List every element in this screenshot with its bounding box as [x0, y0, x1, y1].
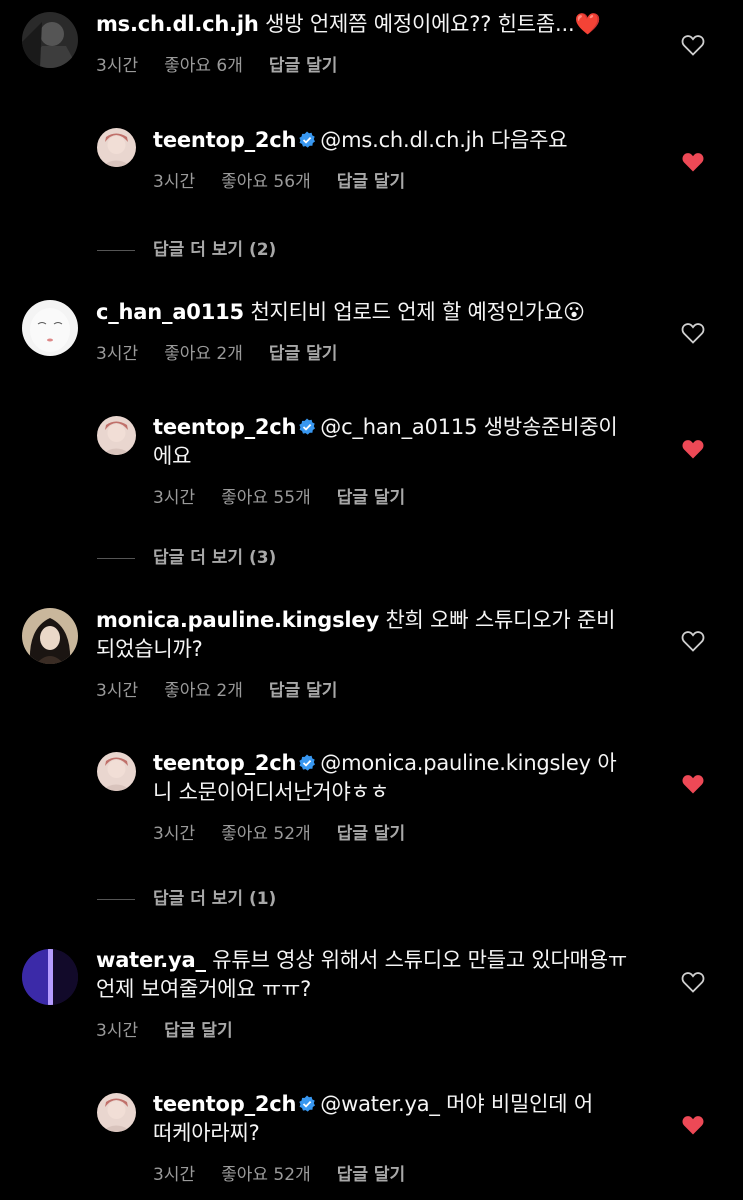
- liked-heart-icon[interactable]: [681, 151, 705, 173]
- comment-likes[interactable]: 좋아요 2개: [164, 681, 243, 701]
- comment-text: ms.ch.dl.ch.jh 생방 언제쯤 예정이에요?? 힌트좀...❤️: [96, 12, 601, 36]
- comment-likes[interactable]: 좋아요 2개: [164, 344, 243, 364]
- reply-meta: 3시간 좋아요 52개 답글 달기: [153, 819, 633, 844]
- comment-likes[interactable]: 좋아요 6개: [164, 56, 243, 76]
- comment-text: c_han_a0115 천지티비 업로드 언제 할 예정인가요😮: [96, 300, 585, 324]
- reply-username[interactable]: teentop_2ch: [153, 1092, 296, 1116]
- avatar[interactable]: [22, 300, 78, 356]
- reply-button[interactable]: 답글 달기: [269, 56, 337, 76]
- verified-badge-icon: [299, 131, 316, 148]
- comment-meta: 3시간 좋아요 6개 답글 달기: [96, 51, 641, 76]
- avatar[interactable]: [22, 12, 78, 68]
- divider-line: [97, 557, 135, 559]
- comment-username[interactable]: monica.pauline.kingsley: [96, 608, 379, 632]
- reply-meta: 3시간 좋아요 55개 답글 달기: [153, 483, 633, 508]
- comment-text: water.ya_ 유튜브 영상 위해서 스튜디오 만들고 있다매용ㅠ 언제 보…: [96, 948, 628, 1001]
- avatar[interactable]: [97, 752, 136, 791]
- reply-username[interactable]: teentop_2ch: [153, 751, 296, 775]
- reply-time: 3시간: [153, 172, 196, 192]
- like-heart-icon[interactable]: [681, 34, 705, 56]
- reply-username[interactable]: teentop_2ch: [153, 128, 296, 152]
- reply-likes[interactable]: 좋아요 56개: [221, 172, 311, 192]
- reply-likes[interactable]: 좋아요 52개: [221, 824, 311, 844]
- reply-text: teentop_2ch @c_han_a0115 생방송준비중이에요: [153, 415, 618, 468]
- verified-badge-icon: [299, 418, 316, 435]
- reply-time: 3시간: [153, 824, 196, 844]
- reply-text: teentop_2ch @ms.ch.dl.ch.jh 다음주요: [153, 128, 568, 152]
- divider-line: [97, 898, 135, 900]
- comment-meta: 3시간 좋아요 2개 답글 달기: [96, 676, 626, 701]
- like-heart-icon[interactable]: [681, 630, 705, 652]
- comment-meta: 3시간 좋아요 2개 답글 달기: [96, 339, 641, 364]
- view-more-replies-button[interactable]: 답글 더 보기 (3): [97, 543, 276, 568]
- reply-likes[interactable]: 좋아요 52개: [221, 1165, 311, 1185]
- reply-button[interactable]: 답글 달기: [269, 681, 337, 701]
- divider-line: [97, 249, 135, 251]
- reply-text: teentop_2ch @water.ya_ 머야 비밀인데 어떠케아라찌?: [153, 1092, 593, 1145]
- comment-meta: 3시간 답글 달기: [96, 1016, 631, 1041]
- avatar[interactable]: [97, 128, 136, 167]
- reply-button[interactable]: 답글 달기: [164, 1021, 232, 1041]
- verified-badge-icon: [299, 754, 316, 771]
- reply-button[interactable]: 답글 달기: [337, 1165, 405, 1185]
- reply-text: teentop_2ch @monica.pauline.kingsley 아니 소…: [153, 751, 617, 804]
- comment-username[interactable]: c_han_a0115: [96, 300, 244, 324]
- view-more-replies-button[interactable]: 답글 더 보기 (2): [97, 235, 276, 260]
- comment-time: 3시간: [96, 344, 139, 364]
- liked-heart-icon[interactable]: [681, 1114, 705, 1136]
- avatar[interactable]: [97, 416, 136, 455]
- verified-badge-icon: [299, 1095, 316, 1112]
- avatar[interactable]: [22, 608, 78, 664]
- reply-meta: 3시간 좋아요 56개 답글 달기: [153, 167, 643, 192]
- reply-button[interactable]: 답글 달기: [337, 488, 405, 508]
- avatar[interactable]: [22, 949, 78, 1005]
- comment-text: monica.pauline.kingsley 찬희 오빠 스튜디오가 준비되었…: [96, 608, 616, 661]
- reply-meta: 3시간 좋아요 52개 답글 달기: [153, 1160, 603, 1185]
- reply-button[interactable]: 답글 달기: [269, 344, 337, 364]
- reply-button[interactable]: 답글 달기: [337, 172, 405, 192]
- reply-likes[interactable]: 좋아요 55개: [221, 488, 311, 508]
- comment-time: 3시간: [96, 681, 139, 701]
- reply-username[interactable]: teentop_2ch: [153, 415, 296, 439]
- reply-time: 3시간: [153, 1165, 196, 1185]
- liked-heart-icon[interactable]: [681, 438, 705, 460]
- liked-heart-icon[interactable]: [681, 773, 705, 795]
- reply-button[interactable]: 답글 달기: [337, 824, 405, 844]
- comment-username[interactable]: water.ya_: [96, 948, 206, 972]
- like-heart-icon[interactable]: [681, 971, 705, 993]
- comment-username[interactable]: ms.ch.dl.ch.jh: [96, 12, 259, 36]
- reply-time: 3시간: [153, 488, 196, 508]
- comment-time: 3시간: [96, 56, 139, 76]
- avatar[interactable]: [97, 1093, 136, 1132]
- comment-time: 3시간: [96, 1021, 139, 1041]
- view-more-replies-button[interactable]: 답글 더 보기 (1): [97, 884, 276, 909]
- like-heart-icon[interactable]: [681, 322, 705, 344]
